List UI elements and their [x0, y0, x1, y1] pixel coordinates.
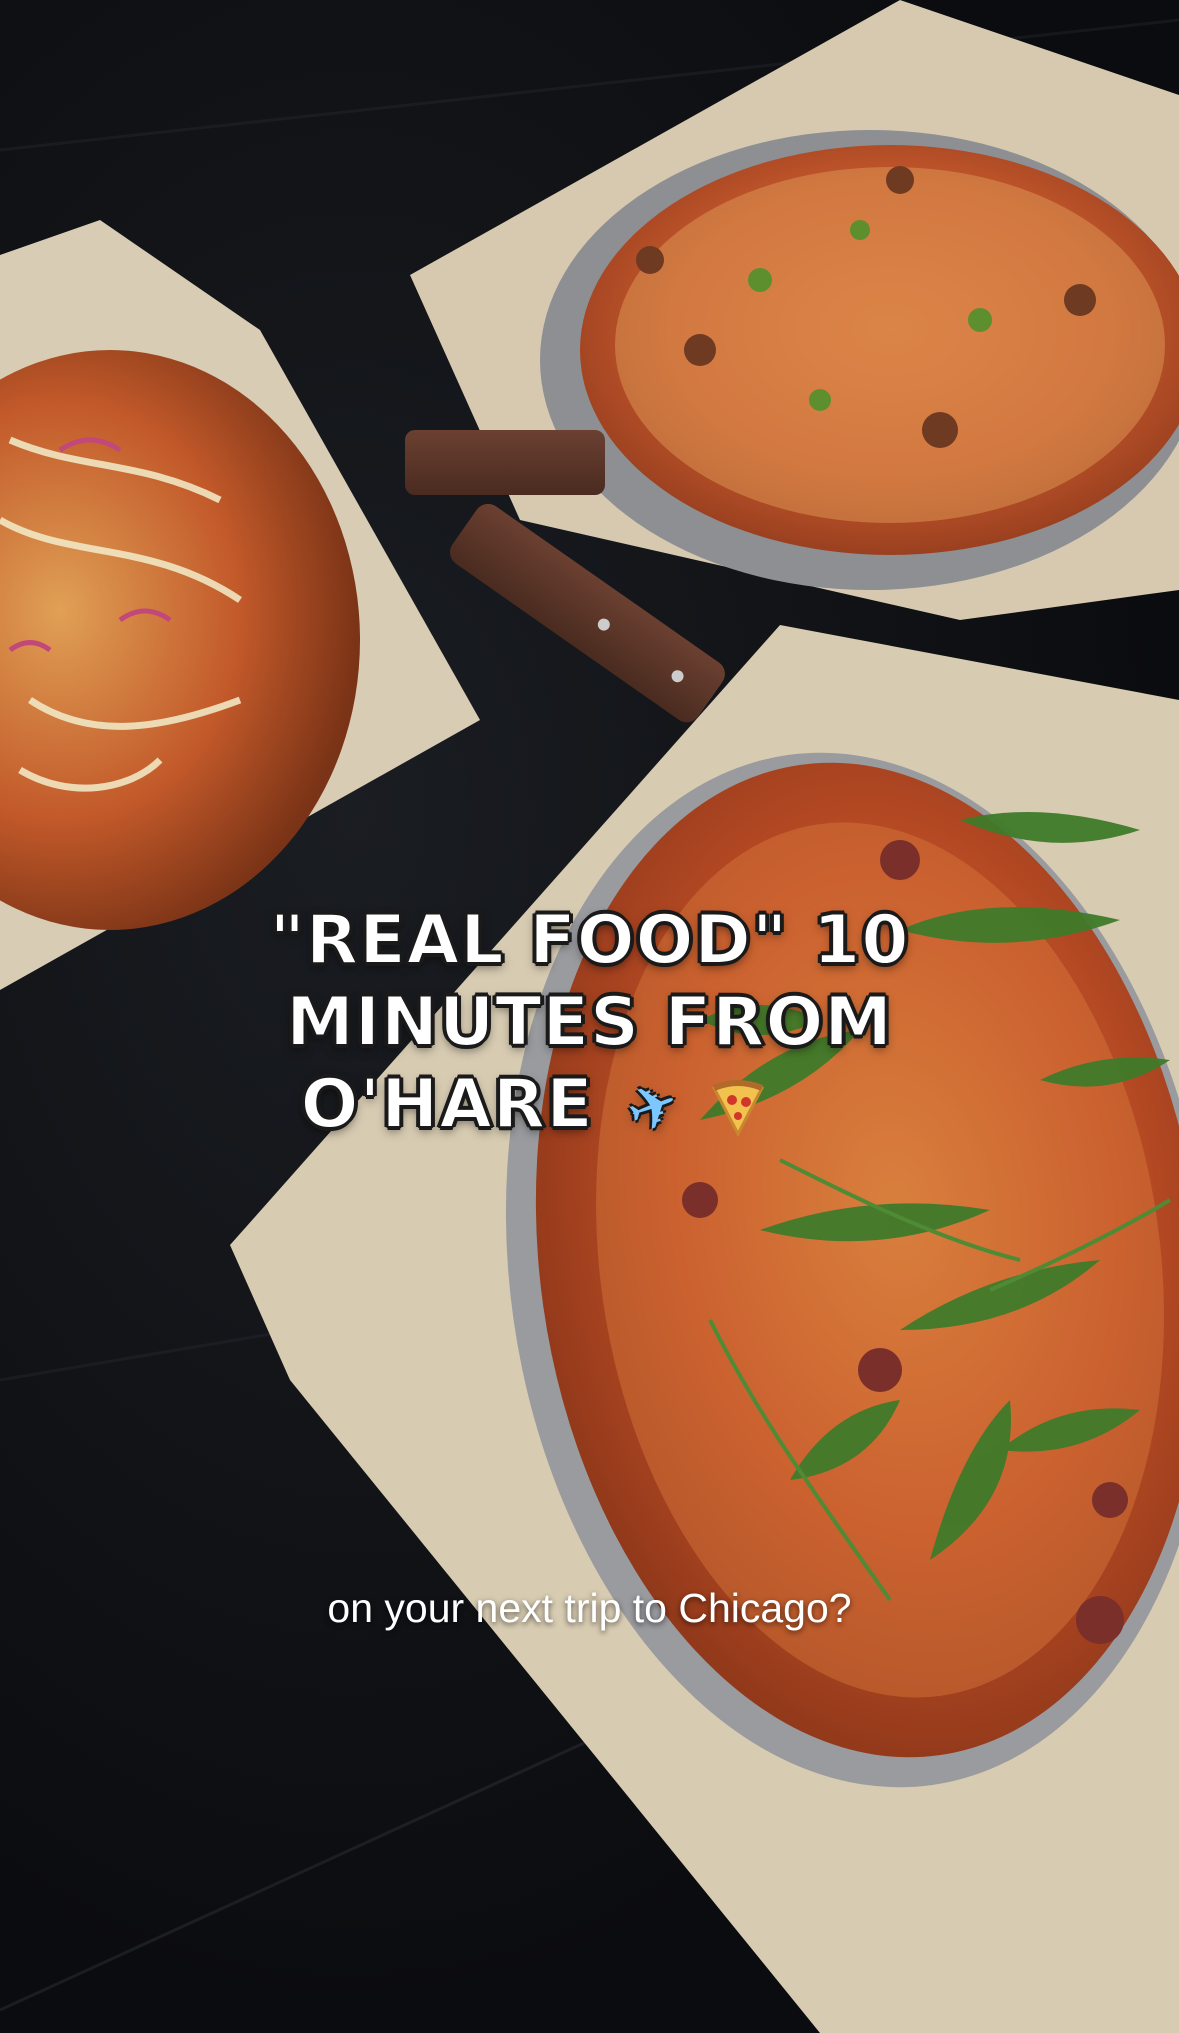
headline-line-2: MINUTES FROM	[285, 982, 893, 1063]
headline-line-3-wrap: O'HARE ✈	[0, 1064, 1179, 1150]
pizza-icon	[712, 1080, 765, 1138]
headline-line-1: "REAL FOOD" 10	[268, 900, 910, 981]
subtitle-caption: on your next trip to Chicago?	[327, 1585, 852, 1631]
photo-stage: "REAL FOOD" 10 MINUTES FROM O'HARE ✈ on …	[0, 0, 1179, 2033]
headline-overlay: "REAL FOOD" 10 MINUTES FROM O'HARE ✈	[0, 900, 1179, 1150]
airplane-icon: ✈	[617, 1066, 691, 1151]
headline-line-3: O'HARE	[300, 1064, 594, 1145]
